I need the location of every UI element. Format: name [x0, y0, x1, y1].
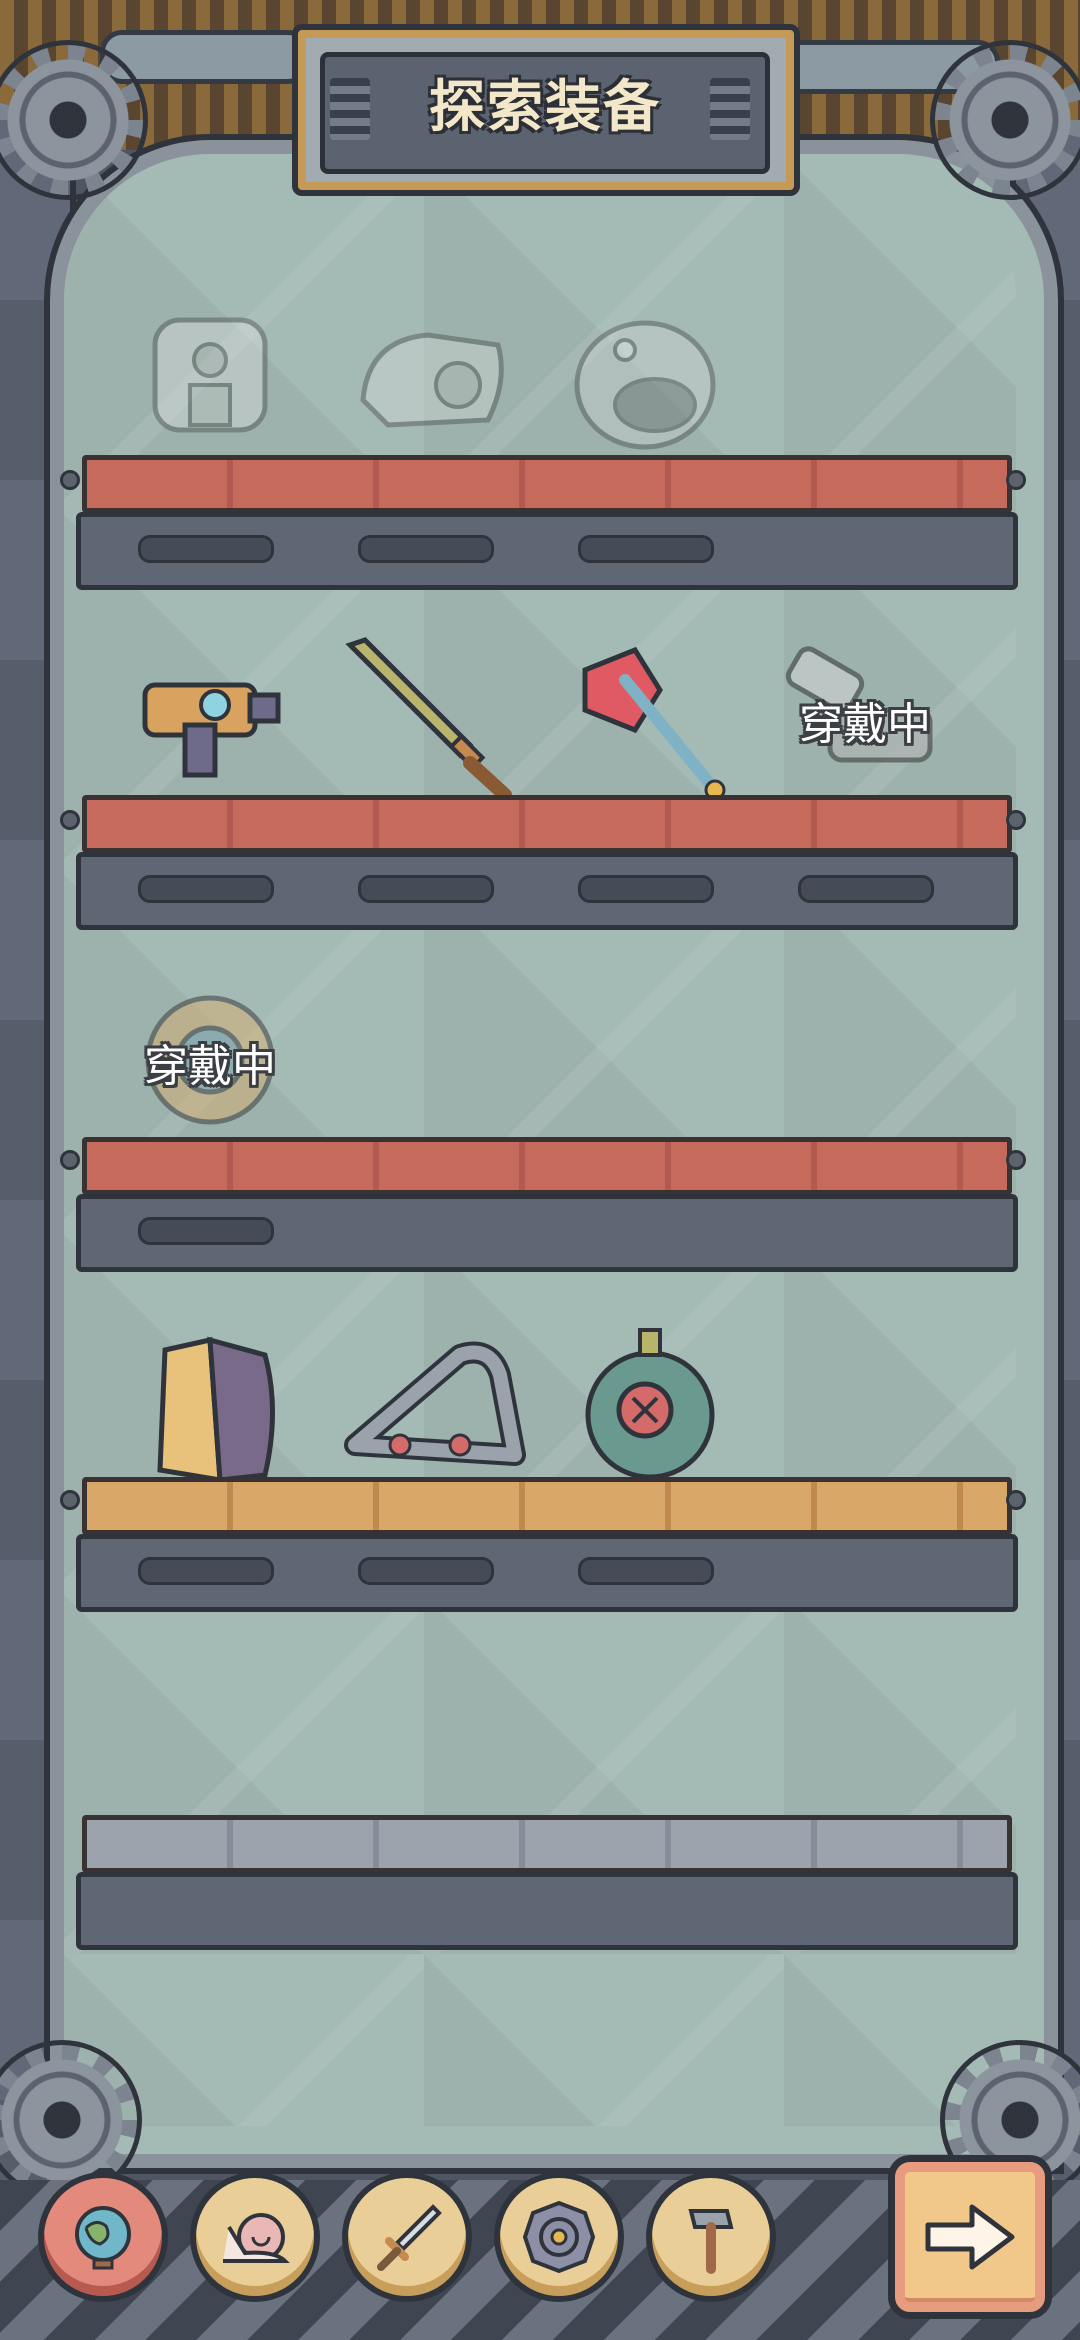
shelf-1-plank	[82, 455, 1012, 513]
nav-tab-shell[interactable]	[494, 2172, 624, 2302]
rivet	[1006, 1490, 1026, 1510]
bronze-sword-icon	[345, 637, 512, 802]
rivet	[60, 810, 80, 830]
shelf-3-slot-1[interactable]: 穿戴中	[135, 985, 285, 1135]
rail-slot	[578, 875, 714, 903]
shelf-4-plank	[82, 1477, 1012, 1535]
rail-slot	[578, 535, 714, 563]
next-button[interactable]	[888, 2155, 1052, 2319]
rail-slot	[358, 875, 494, 903]
rail-slot	[578, 1557, 714, 1585]
shelf-4-slot-3[interactable]	[565, 1320, 735, 1490]
shelf-2-slot-3[interactable]	[565, 640, 735, 805]
shelf-2-slot-2[interactable]	[340, 635, 515, 805]
shelf-1-slot-3[interactable]	[565, 295, 725, 455]
rivet	[1006, 810, 1026, 830]
shelf-2-plank	[82, 795, 1012, 853]
diving-helmet-icon	[585, 1328, 715, 1480]
shelf-3-plank	[82, 1137, 1012, 1195]
chest-armor-icon	[152, 317, 268, 433]
rivet	[1006, 1150, 1026, 1170]
rivet	[60, 470, 80, 490]
rivet	[60, 1490, 80, 1510]
rail-slot	[138, 1557, 274, 1585]
arrow-right-icon	[925, 2204, 1015, 2270]
shelf-4-slot-2[interactable]	[340, 1335, 530, 1485]
spiral-shell-icon	[522, 2200, 596, 2274]
rail-slot	[138, 875, 274, 903]
rail-slot	[138, 535, 274, 563]
rivet	[1006, 470, 1026, 490]
crimson-axe-icon	[582, 646, 726, 801]
page-title: 探索装备	[429, 75, 661, 140]
shelf-1-slot-2[interactable]	[348, 310, 518, 450]
tank-tread-icon	[344, 1341, 526, 1466]
suit-jacket-icon	[157, 1336, 275, 1483]
gauntlet-icon	[360, 332, 504, 428]
shelf-2-slot-4[interactable]: 穿戴中	[780, 640, 950, 800]
shelf-5-rail	[76, 1872, 1018, 1950]
shelf-1-slot-1[interactable]	[135, 300, 285, 450]
hammer-icon	[688, 2209, 734, 2274]
equipped-badge: 穿戴中	[144, 1041, 276, 1092]
nav-tab-hammer[interactable]	[646, 2172, 776, 2302]
shelf-5-plank	[82, 1815, 1012, 1873]
gear-top-right-icon	[930, 40, 1080, 200]
rail-slot	[138, 1217, 274, 1245]
globe-icon	[75, 2206, 131, 2270]
shelf-4-slot-1[interactable]	[140, 1330, 290, 1490]
sword-icon	[377, 2204, 442, 2271]
snail-icon	[223, 2213, 290, 2263]
rivet	[60, 1150, 80, 1170]
rail-slot	[358, 535, 494, 563]
shelf-2-slot-1[interactable]	[125, 640, 285, 790]
nav-tab-sword[interactable]	[342, 2172, 472, 2302]
fish-helmet-icon	[574, 320, 716, 450]
rail-slot	[798, 875, 934, 903]
nav-tab-snail[interactable]	[190, 2172, 320, 2302]
nav-tab-globe[interactable]	[38, 2172, 168, 2302]
rail-slot	[358, 1557, 494, 1585]
blaster-gun-icon	[142, 682, 281, 778]
equipped-badge: 穿戴中	[799, 699, 931, 750]
